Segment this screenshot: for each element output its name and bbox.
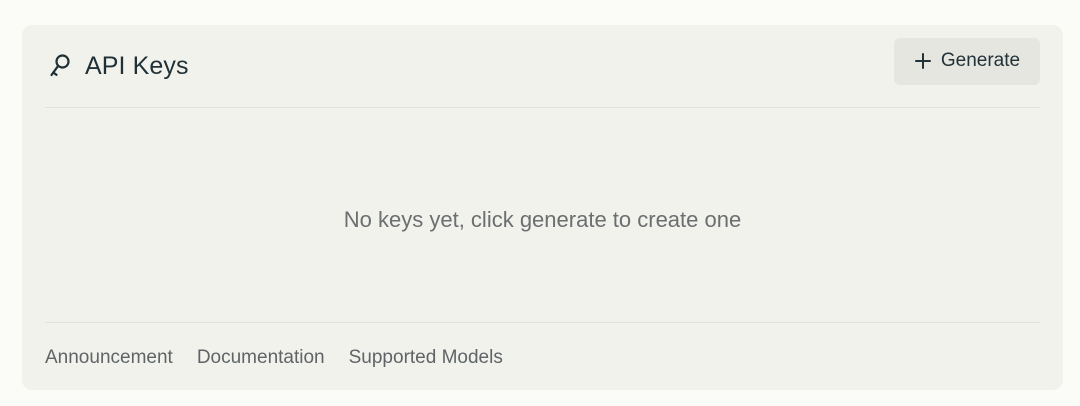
generate-button[interactable]: Generate (894, 37, 1040, 85)
empty-state-message: No keys yet, click generate to create on… (343, 207, 742, 232)
footer-links: Announcement Documentation Supported Mod… (45, 322, 1040, 390)
card-header: API Keys Generate (45, 25, 1040, 108)
key-icon (49, 53, 71, 79)
documentation-link[interactable]: Documentation (197, 347, 325, 369)
generate-button-label: Generate (940, 50, 1021, 71)
announcement-link[interactable]: Announcement (45, 347, 173, 369)
page-title: API Keys (85, 51, 189, 80)
api-keys-card: API Keys Generate No keys yet, click gen… (22, 25, 1063, 390)
supported-models-link[interactable]: Supported Models (349, 347, 503, 369)
plus-icon (914, 52, 932, 70)
title-group: API Keys (45, 52, 189, 81)
